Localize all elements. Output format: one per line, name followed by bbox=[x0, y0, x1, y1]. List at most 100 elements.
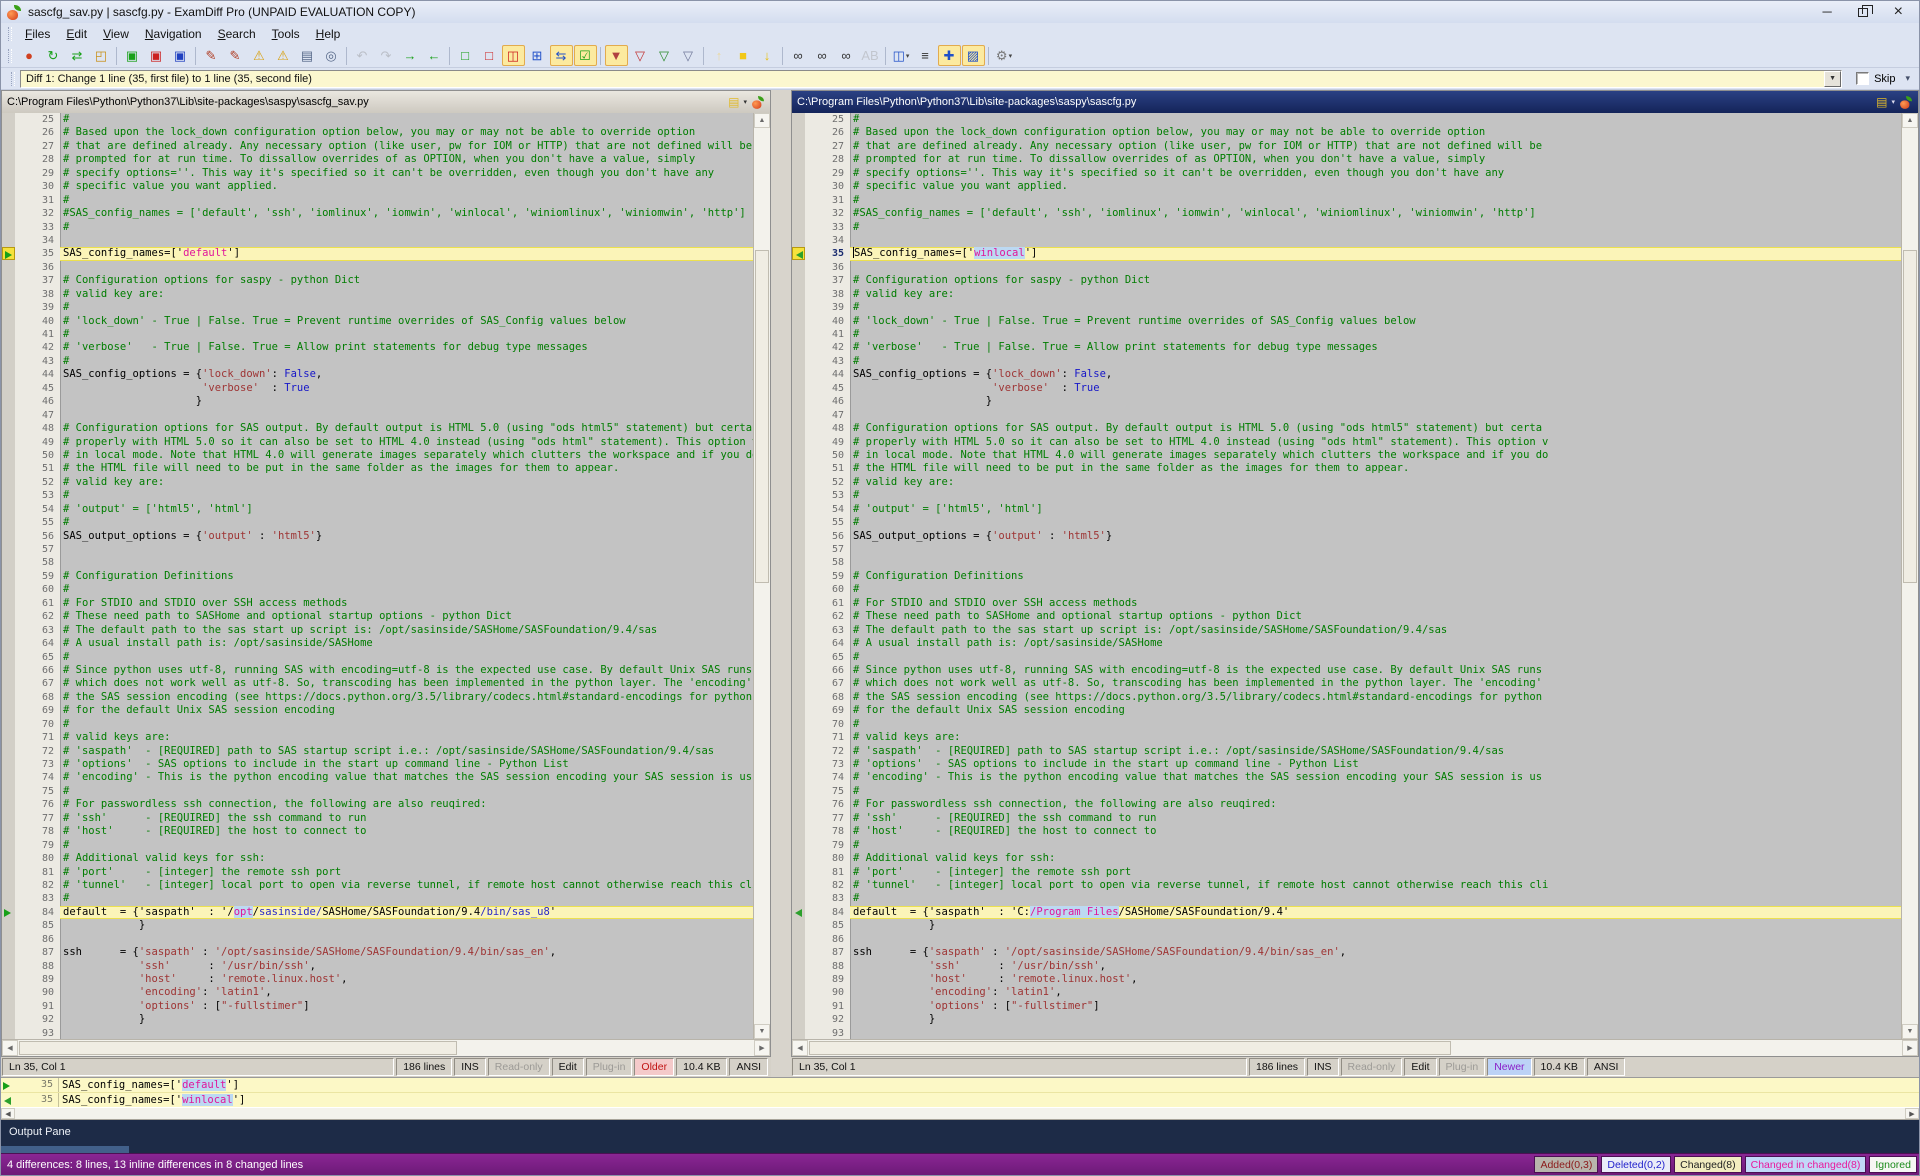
scroll-down-icon[interactable]: ▼ bbox=[1902, 1024, 1918, 1039]
code-text[interactable]: 'host' : 'remote.linux.host', bbox=[60, 973, 753, 986]
restore-button[interactable] bbox=[1858, 8, 1868, 17]
code-text[interactable]: # the SAS session encoding (see https://… bbox=[850, 691, 1901, 704]
code-text[interactable]: # 'options' - SAS options to include in … bbox=[850, 758, 1901, 771]
pane-header-first[interactable]: C:\Program Files\Python\Python37\Lib\sit… bbox=[2, 91, 770, 113]
code-text[interactable]: # 'host' - [REQUIRED] the host to connec… bbox=[850, 825, 1901, 838]
save-second-button[interactable]: ▣ bbox=[145, 45, 168, 66]
code-text[interactable]: # the SAS session encoding (see https://… bbox=[60, 691, 753, 704]
toolbar-grip[interactable] bbox=[8, 49, 12, 63]
previous-diff-button[interactable]: ↑ bbox=[708, 45, 731, 66]
menu-item-navigation[interactable]: Navigation bbox=[137, 25, 210, 43]
vertical-scrollbar[interactable]: ▲▼ bbox=[1901, 113, 1918, 1039]
code-text[interactable]: # bbox=[60, 221, 753, 234]
code-text[interactable]: # prompted for at run time. To dissallow… bbox=[850, 153, 1901, 166]
compare-button[interactable]: ● bbox=[18, 45, 41, 66]
code-text[interactable]: # bbox=[850, 113, 1901, 126]
code-text[interactable]: # 'verbose' - True | False. True = Allow… bbox=[850, 341, 1901, 354]
code-text[interactable]: # bbox=[850, 839, 1901, 852]
code-text[interactable] bbox=[850, 409, 1901, 422]
code-text[interactable]: # bbox=[850, 194, 1901, 207]
current-diff-button[interactable]: ■ bbox=[732, 45, 755, 66]
code-text[interactable]: # the HTML file will need to be put in t… bbox=[60, 462, 753, 475]
undo-button[interactable]: ↶ bbox=[351, 45, 374, 66]
code-text[interactable]: # properly with HTML 5.0 so it can also … bbox=[850, 436, 1901, 449]
code-text[interactable] bbox=[60, 543, 753, 556]
save-all-button[interactable]: ▣ bbox=[169, 45, 192, 66]
code-text[interactable]: SAS_config_names=['winlocal'] bbox=[850, 247, 1901, 260]
scroll-right-icon[interactable]: ▶ bbox=[754, 1040, 770, 1056]
code-text[interactable]: # Based upon the lock_down configuration… bbox=[60, 126, 753, 139]
code-text[interactable] bbox=[850, 261, 1901, 274]
code-text[interactable]: } bbox=[60, 919, 753, 932]
horizontal-scrollbar[interactable]: ◀▶ bbox=[792, 1039, 1918, 1056]
code-text[interactable]: 'options' : ["-fullstimer"] bbox=[850, 1000, 1901, 1013]
synchronized-scrolling-button[interactable]: ⇆ bbox=[550, 45, 573, 66]
code-text[interactable]: # 'ssh' - [REQUIRED] the ssh command to … bbox=[850, 812, 1901, 825]
code-text[interactable] bbox=[60, 409, 753, 422]
stat-badge-changed-in-changed[interactable]: Changed in changed(8) bbox=[1745, 1156, 1867, 1173]
code-text[interactable]: # that are defined already. Any necessar… bbox=[850, 140, 1901, 153]
code-text[interactable]: 'ssh' : '/usr/bin/ssh', bbox=[60, 960, 753, 973]
code-text[interactable]: # bbox=[60, 785, 753, 798]
code-text[interactable]: # valid key are: bbox=[60, 288, 753, 301]
code-text[interactable]: SAS_config_names=['default'] bbox=[60, 247, 753, 260]
diffbar-grip[interactable] bbox=[11, 72, 15, 86]
code-text[interactable]: # bbox=[850, 892, 1901, 905]
code-text[interactable]: ssh = {'saspath' : '/opt/sasinside/SASHo… bbox=[850, 946, 1901, 959]
code-text[interactable]: 'ssh' : '/usr/bin/ssh', bbox=[850, 960, 1901, 973]
copy-block-left-button[interactable]: ← bbox=[423, 45, 446, 66]
code-text[interactable]: # Additional valid keys for ssh: bbox=[60, 852, 753, 865]
pane-header-second[interactable]: C:\Program Files\Python\Python37\Lib\sit… bbox=[792, 91, 1918, 113]
find-button[interactable]: ∞ bbox=[787, 45, 810, 66]
code-text[interactable]: # bbox=[850, 651, 1901, 664]
code-text[interactable]: # valid keys are: bbox=[850, 731, 1901, 744]
code-text[interactable]: # For passwordless ssh connection, the f… bbox=[850, 798, 1901, 811]
code-text[interactable]: # Based upon the lock_down configuration… bbox=[850, 126, 1901, 139]
scroll-down-icon[interactable]: ▼ bbox=[754, 1024, 770, 1039]
code-text[interactable]: # Since python uses utf-8, running SAS w… bbox=[850, 664, 1901, 677]
code-text[interactable]: # bbox=[60, 301, 753, 314]
save-result-button[interactable]: ⚠ bbox=[248, 45, 271, 66]
match-case-button[interactable]: AB bbox=[859, 45, 882, 66]
scroll-up-icon[interactable]: ▲ bbox=[1902, 113, 1918, 128]
code-text[interactable]: # bbox=[60, 194, 753, 207]
print-button[interactable]: ▤ bbox=[296, 45, 319, 66]
code-text[interactable]: # Configuration options for saspy - pyth… bbox=[60, 274, 753, 287]
code-text[interactable]: # bbox=[60, 113, 753, 126]
code-text[interactable]: # 'options' - SAS options to include in … bbox=[60, 758, 753, 771]
stat-badge-changed[interactable]: Changed(8) bbox=[1674, 1156, 1741, 1173]
code-text[interactable]: 'options' : ["-fullstimer"] bbox=[60, 1000, 753, 1013]
code-text[interactable]: 'host' : 'remote.linux.host', bbox=[850, 973, 1901, 986]
diff-selector-combobox[interactable]: Diff 1: Change 1 line (35, first file) t… bbox=[20, 70, 1842, 88]
menu-item-edit[interactable]: Edit bbox=[58, 25, 95, 43]
scrollbar-thumb[interactable] bbox=[1903, 250, 1917, 583]
editor-options-button[interactable]: ▨ bbox=[962, 45, 985, 66]
code-text[interactable] bbox=[850, 933, 1901, 946]
code-text[interactable] bbox=[60, 261, 753, 274]
code-text[interactable]: # 'output' = ['html5', 'html'] bbox=[850, 503, 1901, 516]
code-text[interactable] bbox=[60, 1027, 753, 1039]
code-text[interactable]: SAS_config_options = {'lock_down': False… bbox=[60, 368, 753, 381]
code-text[interactable]: # For passwordless ssh connection, the f… bbox=[60, 798, 753, 811]
code-text[interactable]: # bbox=[850, 583, 1901, 596]
menu-item-files[interactable]: Files bbox=[17, 25, 58, 43]
edit-second-button[interactable]: ✎ bbox=[224, 45, 247, 66]
code-text[interactable]: # specify options=''. This way it's spec… bbox=[60, 167, 753, 180]
next-diff-button[interactable]: ↓ bbox=[756, 45, 779, 66]
filter-added-button[interactable]: ▽ bbox=[653, 45, 676, 66]
skip-checkbox[interactable] bbox=[1856, 72, 1869, 85]
code-text[interactable] bbox=[850, 543, 1901, 556]
show-different-button[interactable]: □ bbox=[478, 45, 501, 66]
output-pane-bar[interactable]: Output Pane bbox=[1, 1120, 1919, 1153]
code-text[interactable]: # Additional valid keys for ssh: bbox=[850, 852, 1901, 865]
scroll-right-icon[interactable]: ▶ bbox=[1902, 1040, 1918, 1056]
horizontal-scrollbar[interactable]: ◀▶ bbox=[2, 1039, 770, 1056]
code-text[interactable]: # 'tunnel' - [integer] local port to ope… bbox=[60, 879, 753, 892]
code-text[interactable]: # specific value you want applied. bbox=[850, 180, 1901, 193]
copy-path-icon[interactable]: ▤ bbox=[1876, 95, 1887, 109]
code-text[interactable]: # The default path to the sas start up s… bbox=[60, 624, 753, 637]
scroll-left-icon[interactable]: ◀ bbox=[792, 1040, 808, 1056]
code-text[interactable]: default = {'saspath' : '/opt/sasinside/S… bbox=[60, 906, 753, 919]
code-text[interactable]: SAS_config_options = {'lock_down': False… bbox=[850, 368, 1901, 381]
code-text[interactable] bbox=[850, 556, 1901, 569]
